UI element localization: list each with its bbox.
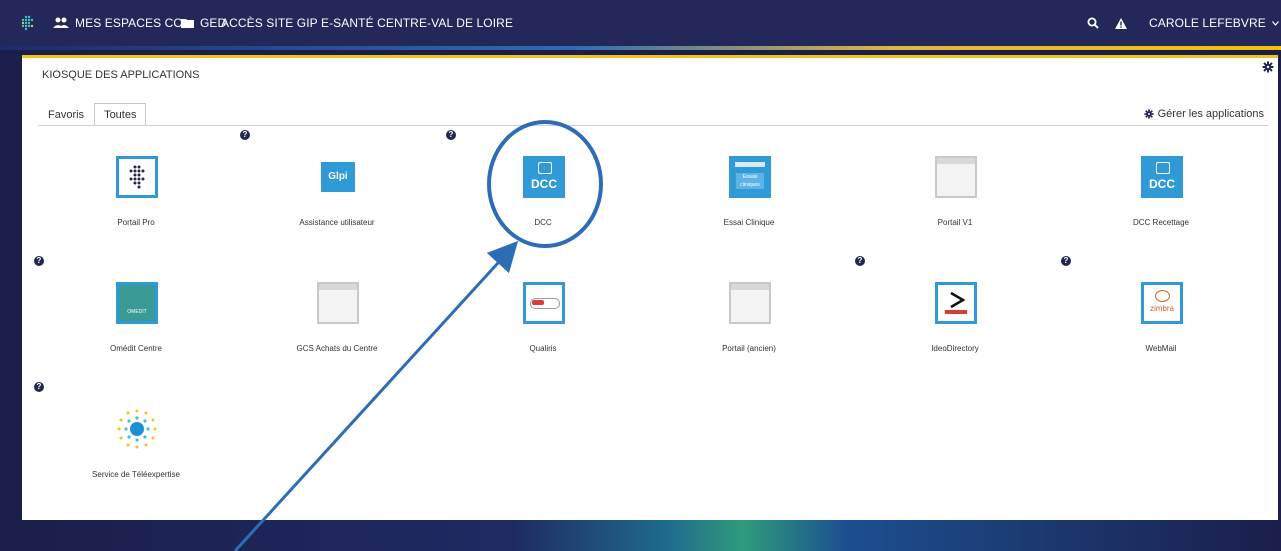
nav-ged[interactable]: GED [181, 0, 226, 46]
gear-icon [1144, 109, 1154, 119]
user-name: CAROLE LEFEBVRE [1149, 16, 1266, 30]
essai-clinique-icon-text: Essais cliniques [736, 173, 764, 189]
nav-mes-espaces-label: MES ESPACES CO. [75, 16, 187, 30]
app-label: IdeoDirectory [931, 344, 979, 353]
portal-logo-icon [18, 14, 36, 32]
app-label: DCC Recettage [1132, 218, 1190, 227]
tabs-divider [38, 125, 1268, 126]
app-label: WebMail [1145, 344, 1177, 353]
dcc-icon: DCC [1141, 156, 1183, 198]
folder-icon [181, 19, 194, 28]
zimbra-icon-text: zimbra [1149, 304, 1174, 313]
dcc-icon-text: DCC [531, 177, 557, 191]
tab-toutes[interactable]: Toutes [94, 103, 147, 126]
app-label: Assistance utilisateur [299, 218, 375, 227]
nav-acces-site[interactable]: ACCÈS SITE GIP E-SANTÉ CENTRE-VAL DE LOI… [221, 0, 513, 46]
app-tile-portail-v1[interactable]: Portail V1 [855, 138, 1055, 238]
app-tile-omedit-centre[interactable]: OMEDIT Omédit Centre [36, 264, 236, 364]
dcc-icon-text: DCC [1149, 177, 1175, 191]
app-tile-portail-pro[interactable]: Portail Pro [36, 138, 236, 238]
app-label: DCC [534, 218, 552, 227]
warning-icon [1115, 17, 1127, 29]
omedit-icon: OMEDIT [116, 282, 158, 324]
app-tile-essai-clinique[interactable]: Essais cliniques Essai Clinique [649, 138, 849, 238]
zimbra-icon: zimbra [1141, 282, 1183, 324]
app-label: GCS Achats du Centre [296, 344, 378, 353]
chevron-down-icon [1271, 20, 1279, 26]
alerts-button[interactable] [1115, 0, 1127, 46]
omedit-icon-text: OMEDIT [127, 309, 147, 315]
app-label: Omédit Centre [109, 344, 163, 353]
app-tile-gcs-achats[interactable]: GCS Achats du Centre [237, 264, 437, 364]
gear-icon[interactable] [1262, 61, 1274, 73]
qualiris-icon [523, 282, 565, 324]
blank-window-icon [317, 282, 359, 324]
app-label: Portail V1 [937, 218, 973, 227]
blank-window-icon [935, 156, 977, 198]
application-kiosk-panel: KIOSQUE DES APPLICATIONS Favoris Toutes … [22, 55, 1278, 522]
app-label: Essai Clinique [723, 218, 775, 227]
blank-window-icon [729, 282, 771, 324]
topbar-accent-stripe [0, 46, 1281, 50]
manage-applications-link[interactable]: Gérer les applications [1144, 108, 1264, 120]
manage-applications-label: Gérer les applications [1157, 108, 1264, 120]
app-tile-dcc-recettage[interactable]: DCC DCC Recettage [1061, 138, 1261, 238]
kiosk-tabs: Favoris Toutes [38, 103, 147, 126]
app-tile-teleexpertise[interactable]: Service de Téléexpertise [36, 390, 236, 490]
essai-clinique-icon: Essais cliniques [729, 156, 771, 198]
nav-acces-site-label: ACCÈS SITE GIP E-SANTÉ CENTRE-VAL DE LOI… [221, 16, 514, 30]
search-button[interactable] [1087, 0, 1099, 46]
dcc-icon: DCC [523, 156, 565, 198]
user-menu[interactable]: CAROLE LEFEBVRE [1149, 0, 1281, 46]
app-label: Portail Pro [117, 218, 155, 227]
users-icon [53, 17, 69, 28]
app-tile-dcc[interactable]: DCC DCC [443, 138, 643, 238]
home-logo[interactable] [18, 0, 36, 46]
app-tile-assistance-utilisateur[interactable]: Glpi Assistance utilisateur [237, 138, 437, 238]
glpi-icon-text: Glpi [321, 162, 355, 192]
app-tile-webmail[interactable]: zimbra WebMail [1061, 264, 1261, 364]
app-label: Qualiris [529, 344, 557, 353]
app-label: Service de Téléexpertise [92, 470, 180, 479]
glpi-icon: Glpi [317, 156, 359, 198]
footer-decoration [0, 520, 1281, 551]
search-icon [1087, 17, 1099, 29]
portail-pro-icon [116, 156, 158, 198]
tab-favoris[interactable]: Favoris [38, 103, 94, 126]
top-navigation-bar: MES ESPACES CO. GED ACCÈS SITE GIP E-SAN… [0, 0, 1281, 46]
ideo-icon [935, 282, 977, 324]
app-tile-portail-ancien[interactable]: Portail (ancien) [649, 264, 849, 364]
app-tile-qualiris[interactable]: Qualiris [443, 264, 643, 364]
app-label: Portail (ancien) [722, 344, 776, 353]
nav-mes-espaces[interactable]: MES ESPACES CO. [53, 0, 186, 46]
page-title: KIOSQUE DES APPLICATIONS [42, 69, 200, 81]
app-tile-ideodirectory[interactable]: IdeoDirectory [855, 264, 1055, 364]
teleexpertise-icon [117, 409, 157, 449]
